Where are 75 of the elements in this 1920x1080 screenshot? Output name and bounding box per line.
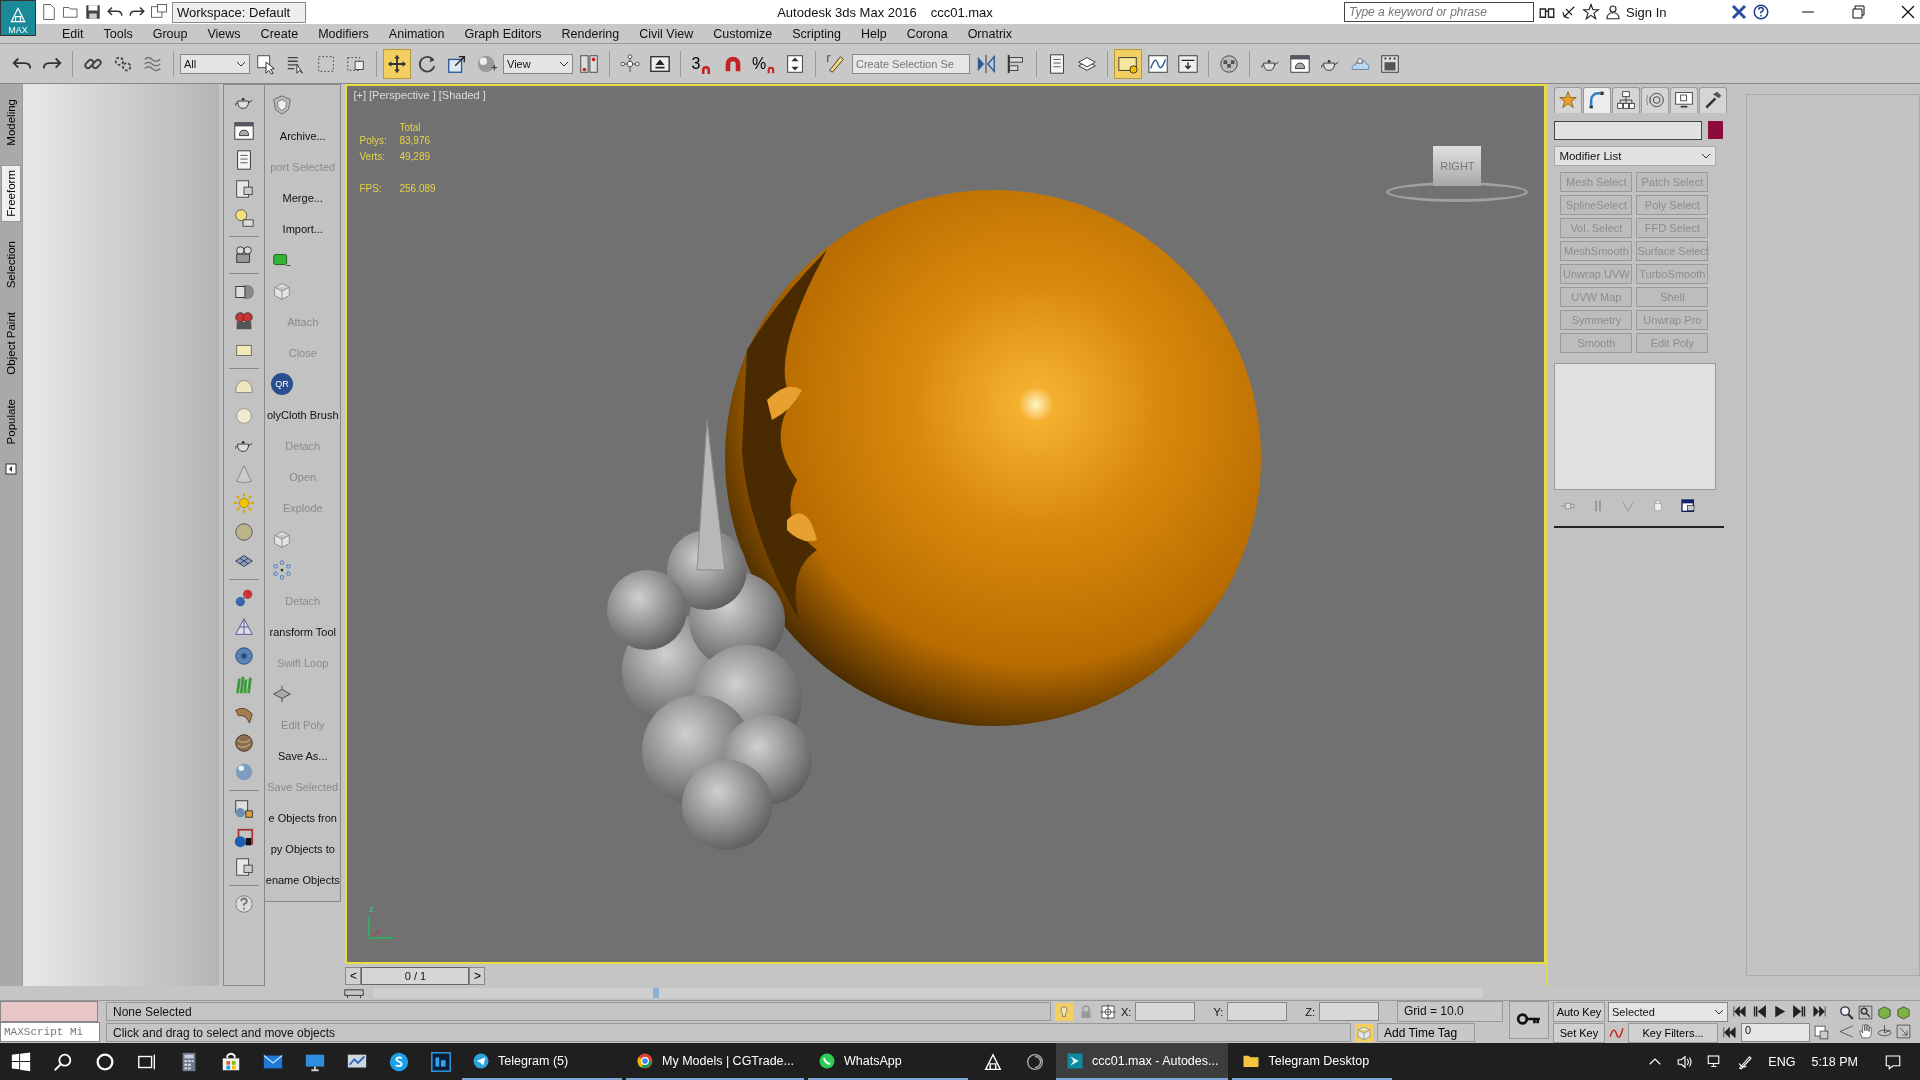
clock[interactable]: 5:18 PM	[1803, 1054, 1866, 1069]
tool-command[interactable]: e Objects fron	[268, 811, 337, 824]
stats-header: Total	[399, 122, 422, 134]
snap-toggle[interactable]: 3	[687, 48, 717, 79]
tool-command[interactable]: Merge...	[282, 191, 323, 204]
frame-field[interactable]: 0	[1741, 1023, 1810, 1042]
menu-item[interactable]: Rendering	[551, 26, 630, 41]
menu-item[interactable]: Corona	[896, 26, 958, 41]
ribbon-tab[interactable]: Populate	[0, 393, 21, 450]
search-field[interactable]: Type a keyword or phrase	[1344, 2, 1534, 22]
taskbar-button[interactable]: Telegram Desktop	[1232, 1043, 1393, 1080]
menu-item[interactable]: Customize	[703, 26, 783, 41]
coordinate-label: X:	[1121, 1005, 1132, 1018]
menu-item[interactable]: Help	[850, 26, 897, 41]
stat-label: FPS:	[359, 182, 383, 197]
menu-item[interactable]: Tools	[93, 26, 143, 41]
coordinate-label: Z:	[1305, 1005, 1315, 1018]
tool-command[interactable]: py Objects to	[270, 842, 335, 855]
axis-label: z	[369, 904, 374, 915]
ribbon-tab[interactable]: Selection	[0, 235, 21, 293]
qr-badge-icon[interactable]: QR	[271, 372, 294, 395]
dropdown[interactable]: View	[503, 53, 573, 74]
prompt-text: Click and drag to select and move objects	[106, 1023, 1351, 1042]
key-filters-button[interactable]: Key Filters...	[1628, 1022, 1718, 1043]
frame-counter[interactable]: 0 / 1	[361, 967, 470, 986]
ribbon-tab[interactable]: Object Paint	[0, 307, 21, 380]
key-mode-dropdown[interactable]: Selected	[1608, 1001, 1728, 1022]
tool-command[interactable]: ename Objects	[265, 873, 340, 886]
stat-value: 256.089	[399, 182, 436, 197]
next-frame-button[interactable]: >	[469, 967, 486, 986]
snap-toggle[interactable]: %	[749, 48, 779, 79]
menu-item[interactable]: Modifiers	[308, 26, 379, 41]
tool-command[interactable]: ransform Tool	[269, 625, 336, 638]
viewport[interactable]: [+] [Perspective ] [Shaded ] Total Polys: 83,976 Verts: 49,289 FPS: 256.089 RIGHT z	[345, 84, 1547, 965]
coordinate-label: Y:	[1213, 1005, 1224, 1018]
sign-in-link[interactable]: Sign In	[1626, 4, 1726, 20]
stat-value: 83,976	[399, 134, 431, 149]
menu-item[interactable]: Animation	[378, 26, 455, 41]
dropdown[interactable]: All	[180, 53, 250, 74]
taskbar-button[interactable]: My Models | CGTrade...	[626, 1043, 804, 1080]
taskbar-button[interactable]: WhatsApp	[808, 1043, 968, 1080]
stat-label: Verts:	[359, 150, 387, 165]
menu-item[interactable]: Edit	[52, 26, 94, 41]
menu-item[interactable]: Scripting	[782, 26, 851, 41]
ribbon-tab[interactable]: Modeling	[0, 94, 21, 152]
stat-label: Polys:	[359, 134, 388, 149]
previous-frame-button[interactable]: <	[345, 967, 362, 986]
stat-value: 49,289	[399, 150, 431, 165]
modifier-list-dropdown[interactable]: Modifier List	[1554, 146, 1717, 167]
application-button[interactable]: MAX	[0, 0, 36, 36]
menu-item[interactable]: Ornatrix	[957, 26, 1023, 41]
add-time-tag-button[interactable]: Add Time Tag	[1377, 1023, 1475, 1042]
selection-status: None Selected	[106, 1002, 1051, 1021]
menu-item[interactable]: Civil View	[629, 26, 704, 41]
named-selection-field[interactable]: Create Selection Se	[852, 53, 970, 74]
maxscript-field[interactable]: MAXScript Mi	[0, 1022, 100, 1042]
set-key-button[interactable]: Set Key	[1553, 1022, 1605, 1043]
viewport-label[interactable]: [+] [Perspective ] [Shaded ]	[347, 86, 510, 105]
grid-size: Grid = 10.0	[1397, 1001, 1503, 1022]
workspace-dropdown[interactable]: Workspace: Default	[172, 1, 306, 23]
tool-command[interactable]: Import...	[282, 222, 323, 235]
menu-item[interactable]: Create	[250, 26, 309, 41]
file-name: ccc01.max	[930, 4, 993, 20]
menu-item[interactable]: Graph Editors	[454, 26, 552, 41]
tool-command[interactable]: Save As...	[278, 749, 328, 762]
auto-key-button[interactable]: Auto Key	[1553, 1001, 1605, 1022]
taskbar-button[interactable]: Telegram (5)	[462, 1043, 622, 1080]
language-indicator[interactable]: ENG	[1760, 1054, 1804, 1069]
ribbon-tab[interactable]: Freeform	[0, 165, 21, 222]
taskbar-button[interactable]: ccc01.max - Autodes...	[1056, 1043, 1229, 1080]
menu-item[interactable]: Views	[197, 26, 251, 41]
app-title: Autodesk 3ds Max 2016	[777, 4, 917, 20]
tool-command[interactable]: olyCloth Brush	[267, 408, 339, 421]
menu-item[interactable]: Group	[142, 26, 198, 41]
tool-command[interactable]: Archive...	[279, 129, 326, 142]
